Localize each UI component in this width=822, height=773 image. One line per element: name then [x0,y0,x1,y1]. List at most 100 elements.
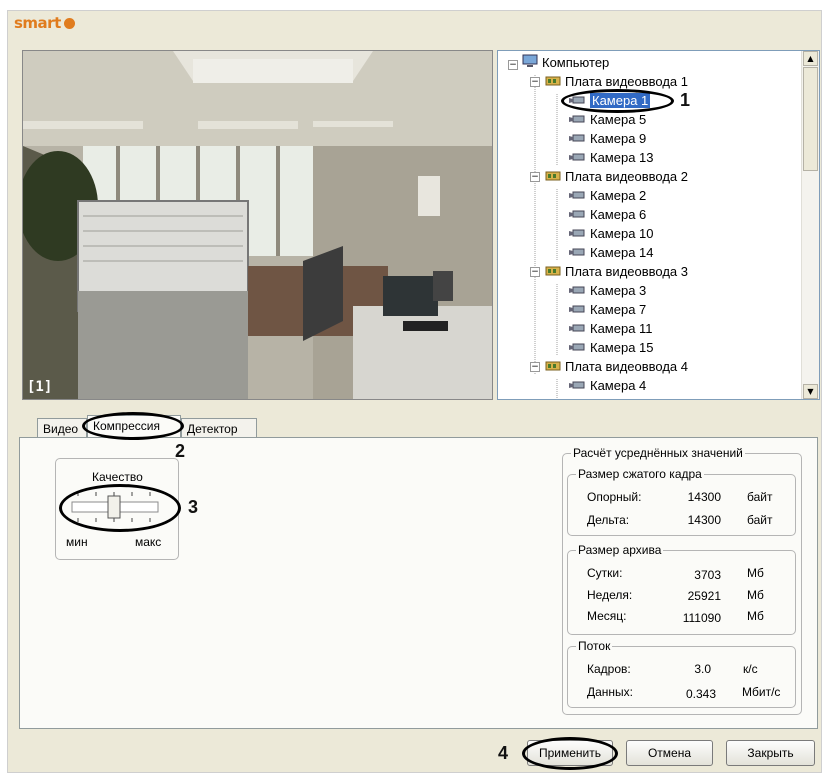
tree-node-label: Камера 3 [590,283,647,298]
tree-node-camera[interactable]: Камера 10 [568,224,654,243]
device-tree[interactable]: − Компьютер − Плата видеоввода 1 Камера 1 К… [497,50,820,400]
camera-icon [568,320,586,339]
calc-group-title: Расчёт усреднённых значений [571,446,745,460]
stream-frames-value: 3.0 [694,662,711,676]
callout-number-4: 4 [498,743,509,763]
tree-node-label: Камера 9 [590,131,647,146]
tree-node-camera[interactable]: Камера 3 [568,281,646,300]
tree-node-camera[interactable]: Камера 14 [568,243,654,262]
camera-icon [568,130,586,149]
archive-month-value: 111090 [682,611,721,625]
tree-node-board[interactable]: Плата видеоввода 2 [545,167,688,186]
archive-week-label: Неделя: [587,588,633,602]
tree-node-camera[interactable]: Камера 4 [568,376,646,395]
quality-slider[interactable] [66,488,166,528]
tab-detector[interactable]: Детектор [181,418,257,438]
apply-button[interactable]: Применить [527,740,613,766]
camera-icon [568,339,586,358]
tree-node-camera[interactable]: Камера 5 [568,110,646,129]
stream-frames-label: Кадров: [587,662,631,676]
scroll-down-icon[interactable]: ▼ [803,384,818,399]
tree-collapse-icon[interactable]: − [530,172,540,182]
apply-button-label: Применить [538,746,601,760]
frame-ref-value: 14300 [687,490,721,504]
tree-node-camera[interactable]: Камера 15 [568,338,654,357]
archive-month-unit: Мб [747,609,764,623]
tree-node-label: Камера 13 [590,150,654,165]
tab-compression[interactable]: Компрессия [87,415,181,438]
archive-month-label: Месяц: [587,609,627,623]
tab-compression-label: Компрессия [93,419,160,433]
tree-node-camera[interactable]: Камера 2 [568,186,646,205]
tree-node-label: Камера 15 [590,340,654,355]
camera-icon [568,111,586,130]
office-camera-image [23,51,492,399]
tree-node-label: Камера 5 [590,112,647,127]
archive-day-unit: Мб [747,566,764,580]
frame-ref-unit: байт [747,490,773,504]
video-preview: [1] [22,50,493,400]
logo-dot-icon [63,18,75,29]
frame-delta-unit: байт [747,513,773,527]
tree-node-label: Плата видеоввода 4 [565,359,689,374]
computer-icon [522,54,538,73]
tree-node-camera[interactable]: Камера 1 [568,91,651,111]
stream-title: Поток [576,639,613,653]
camera-icon [568,301,586,320]
archive-week-value: 25921 [687,589,721,603]
tree-collapse-icon[interactable]: − [530,77,540,87]
quality-max-label: макс [135,535,162,549]
brand-text: smart [14,14,61,32]
callout-number-2: 2 [175,441,186,461]
camera-icon [568,244,586,263]
tree-node-camera[interactable]: Камера 6 [568,205,646,224]
archive-week-unit: Мб [747,588,764,602]
tree-node-label: Камера 4 [590,378,647,393]
camera-icon [568,92,586,111]
archive-day-label: Сутки: [587,566,623,580]
tree-node-camera[interactable]: Камера 9 [568,129,646,148]
scroll-thumb[interactable] [803,67,818,171]
tree-node-camera[interactable]: Камера 13 [568,148,654,167]
tab-video[interactable]: Видео [37,418,87,438]
close-button-label: Закрыть [747,746,794,760]
video-board-icon [545,263,561,282]
video-board-icon [545,73,561,92]
frame-delta-value: 14300 [687,513,721,527]
tree-scrollbar[interactable]: ▲ ▼ [801,51,819,399]
tree-node-label: Плата видеоввода 2 [565,169,689,184]
tree-node-label: Камера 2 [590,188,647,203]
camera-icon [568,187,586,206]
camera-icon [568,225,586,244]
tree-collapse-icon[interactable]: − [530,362,540,372]
stream-data-label: Данных: [587,685,634,699]
tree-node-board[interactable]: Плата видеоввода 4 [545,357,688,376]
tree-node-label: Камера 6 [590,207,647,222]
compression-panel: Качество мин макс Расчёт усреднённых зна… [19,437,818,729]
video-board-icon [545,358,561,377]
tree-collapse-root-icon[interactable]: − [508,60,518,70]
tree-collapse-icon[interactable]: − [530,267,540,277]
callout-number-3: 3 [188,497,199,517]
stream-data-unit: Мбит/с [742,685,781,699]
stream-data-value: 0.343 [685,687,716,701]
tree-node-board[interactable]: Плата видеоввода 1 [545,72,688,91]
cancel-button[interactable]: Отмена [626,740,713,766]
tree-node-label: Камера 14 [590,245,654,260]
scroll-up-icon[interactable]: ▲ [803,51,818,66]
frame-ref-label: Опорный: [587,490,642,504]
frame-size-title: Размер сжатого кадра [576,467,704,481]
quality-title: Качество [92,470,143,484]
tree-node-label: Камера 1 [590,93,651,108]
camera-icon [568,149,586,168]
tree-node-board[interactable]: Плата видеоввода 3 [545,262,688,281]
tree-node-computer[interactable]: Компьютер [522,53,609,72]
tab-detector-label: Детектор [187,422,238,436]
tree-node-camera[interactable]: Камера 11 [568,319,653,338]
frame-delta-label: Дельта: [587,513,630,527]
camera-icon [568,282,586,301]
tab-video-label: Видео [43,422,79,436]
callout-number-1: 1 [680,90,691,110]
close-button[interactable]: Закрыть [726,740,815,766]
tree-node-camera[interactable]: Камера 7 [568,300,646,319]
